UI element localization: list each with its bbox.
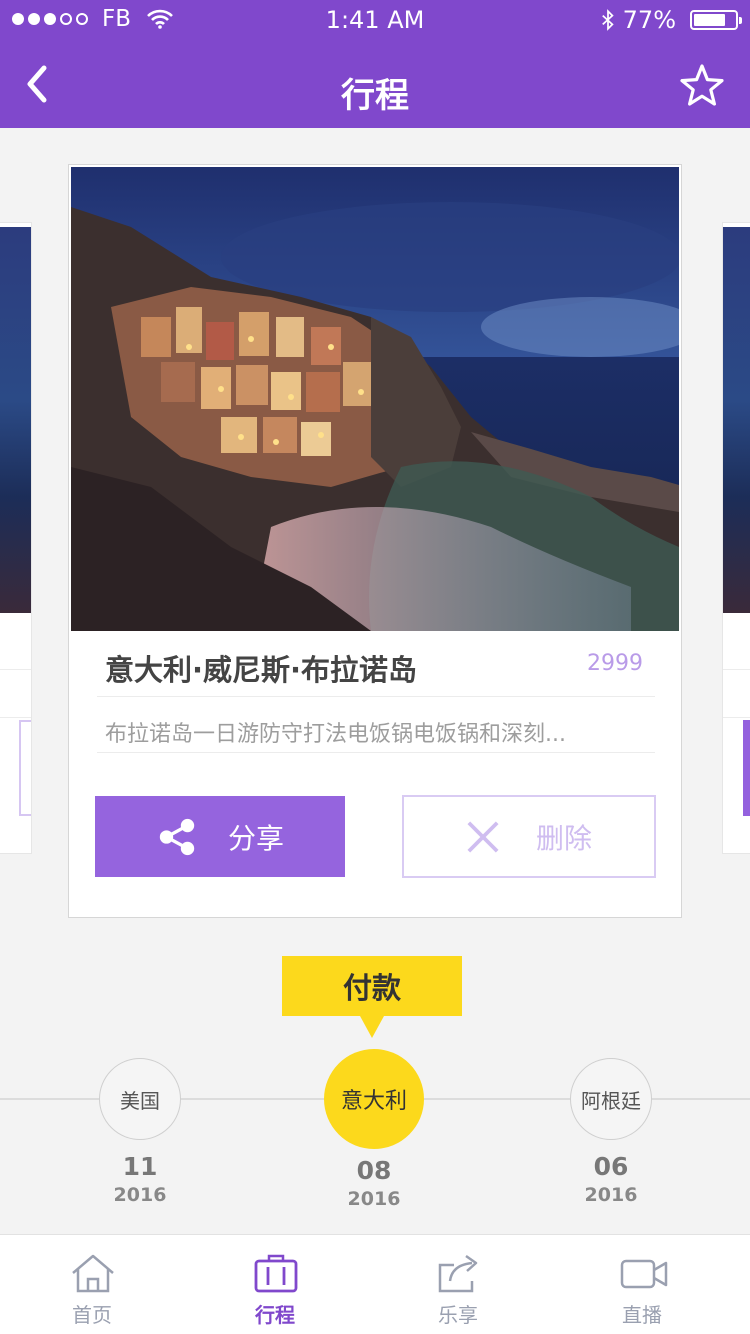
button-fragment [19, 720, 31, 816]
close-icon [467, 820, 499, 853]
timeline-node[interactable]: 阿根廷 [570, 1058, 652, 1140]
coastal-village-image [71, 167, 679, 631]
card-photo [0, 227, 31, 613]
tab-label: 乐享 [438, 1303, 478, 1327]
tab-bar: 首页 行程 乐享 直播 [0, 1234, 750, 1334]
carousel-card-next[interactable] [722, 222, 750, 854]
luggage-icon [254, 1254, 298, 1293]
tab-live[interactable]: 直播 [582, 1235, 702, 1334]
tab-label: 直播 [622, 1303, 662, 1327]
tab-label: 行程 [255, 1303, 295, 1327]
delete-button[interactable]: 删除 [402, 795, 656, 878]
status-bar: FB 1:41 AM 77% [0, 0, 750, 40]
timeline-node-active[interactable]: 意大利 [324, 1049, 424, 1149]
timeline-day: 11 [122, 1152, 158, 1181]
carousel-card-prev[interactable] [0, 222, 32, 854]
share-button[interactable]: 分享 [95, 796, 345, 877]
timeline-year: 2016 [113, 1184, 167, 1206]
timeline-day: 06 [593, 1152, 629, 1181]
battery-icon [690, 10, 742, 30]
tab-home[interactable]: 首页 [32, 1235, 152, 1334]
divider [97, 696, 655, 697]
divider [0, 717, 31, 718]
trip-card[interactable]: 意大利·威尼斯·布拉诺岛 2999 布拉诺岛一日游防守打法电饭锅电饭锅和深刻..… [68, 164, 682, 918]
trip-price: 2999 [587, 651, 643, 676]
button-fragment [743, 720, 750, 816]
tab-itinerary[interactable]: 行程 [215, 1235, 335, 1334]
page-title: 行程 [341, 76, 409, 116]
share-label: 分享 [227, 821, 284, 855]
payment-tooltip[interactable]: 付款 [282, 956, 462, 1038]
share-icon [159, 818, 195, 855]
share-icon [438, 1254, 478, 1293]
divider [723, 669, 750, 670]
nav-bar: 行程 [0, 40, 750, 128]
trip-description: 布拉诺岛一日游防守打法电饭锅电饭锅和深刻... [105, 722, 566, 747]
timeline-node[interactable]: 美国 [99, 1058, 181, 1140]
screen: FB 1:41 AM 77% 行程 意大利·威尼斯·布拉诺岛 2999 布拉诺岛… [0, 0, 750, 1334]
delete-label: 删除 [535, 821, 592, 855]
battery-level [694, 14, 725, 26]
timeline-day: 08 [356, 1156, 392, 1185]
timeline-year: 2016 [584, 1184, 638, 1206]
video-camera-icon [620, 1259, 668, 1289]
battery-percent: 77% [622, 6, 676, 34]
trip-photo [71, 167, 679, 631]
divider [0, 669, 31, 670]
divider [723, 717, 750, 718]
status-right: 77% [601, 6, 742, 34]
tab-enjoy[interactable]: 乐享 [398, 1235, 518, 1334]
header: FB 1:41 AM 77% 行程 [0, 0, 750, 128]
card-photo [723, 227, 750, 613]
bluetooth-icon [601, 9, 614, 31]
home-icon [72, 1254, 114, 1293]
timeline-year: 2016 [347, 1188, 401, 1210]
trip-title: 意大利·威尼斯·布拉诺岛 [105, 653, 418, 687]
star-icon[interactable] [678, 62, 726, 110]
divider [97, 752, 655, 753]
tab-label: 首页 [72, 1303, 112, 1327]
